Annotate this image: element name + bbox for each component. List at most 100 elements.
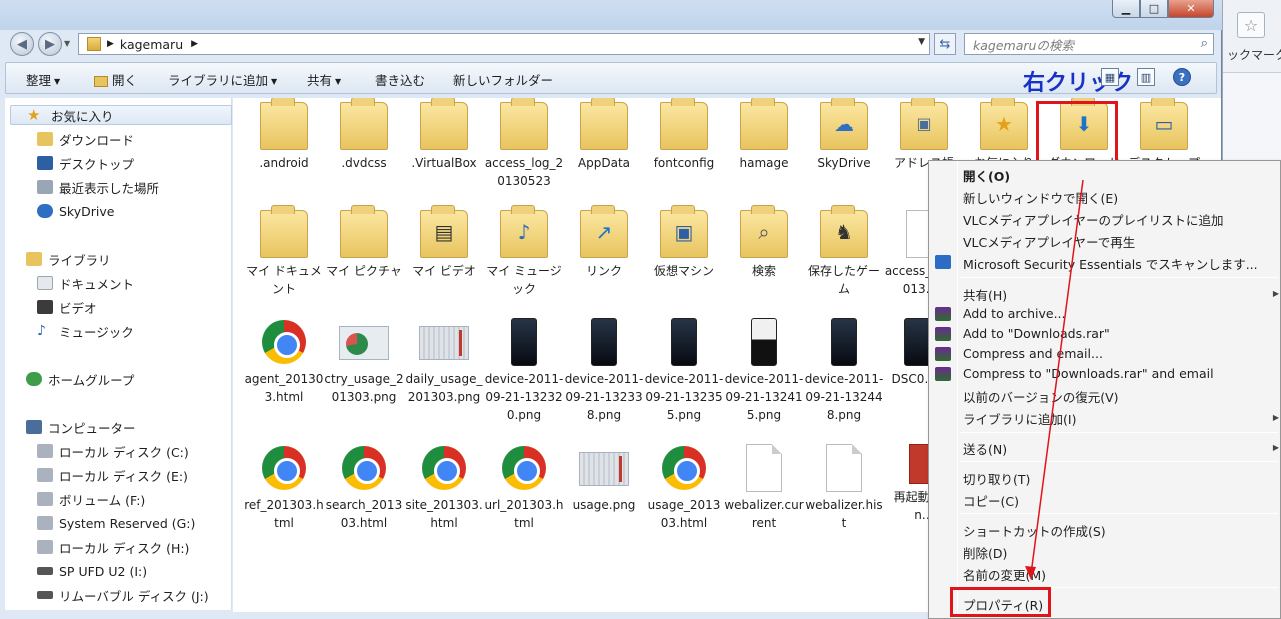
menu-item-vlc-play[interactable]: VLCメディアプレイヤーで再生	[963, 232, 1135, 251]
refresh-icon[interactable]: ⇆	[934, 33, 956, 55]
file-item[interactable]: fontconfig	[644, 98, 724, 172]
menu-item-add-archive[interactable]: Add to archive...	[963, 306, 1066, 321]
file-item[interactable]: マイ ドキュメント	[244, 205, 324, 298]
sidebar-drive-j[interactable]: リムーバブル ディスク (J:)	[37, 585, 209, 605]
menu-item-create-shortcut[interactable]: ショートカットの作成(S)	[963, 521, 1106, 540]
menu-item-compress-email[interactable]: Compress and email...	[963, 346, 1103, 361]
file-item[interactable]: device-2011-09-21-132415.png	[724, 318, 804, 424]
forward-arrow-icon[interactable]: ▶	[38, 32, 62, 56]
file-item[interactable]: ctry_usage_201303.png	[324, 318, 404, 406]
homegroup-icon	[26, 372, 42, 386]
sidebar-item-music[interactable]: ♪ ミュージック	[37, 321, 134, 341]
menu-item-send-to[interactable]: 送る(N)	[963, 439, 1007, 458]
share-button[interactable]: 共有 ▼	[307, 70, 341, 89]
file-item[interactable]: webalizer.hist	[804, 444, 884, 532]
document-icon	[746, 444, 782, 492]
file-item[interactable]: AppData	[564, 98, 644, 172]
file-item[interactable]: webalizer.current	[724, 444, 804, 532]
sidebar-drive-e[interactable]: ローカル ディスク (E:)	[37, 465, 188, 485]
breadcrumb-kagemaru[interactable]: kagemaru	[120, 37, 183, 52]
menu-item-add-library[interactable]: ライブラリに追加(I)	[963, 409, 1076, 428]
organize-button[interactable]: 整理 ▼	[26, 70, 60, 89]
file-item[interactable]: site_201303.html	[404, 444, 484, 532]
file-item[interactable]: ref_201303.html	[244, 444, 324, 532]
menu-item-rename[interactable]: 名前の変更(M)	[963, 565, 1046, 584]
preview-pane-icon[interactable]: ▥	[1137, 68, 1155, 86]
sidebar-homegroup[interactable]: ホームグループ	[26, 369, 134, 389]
file-item[interactable]: .android	[244, 98, 324, 172]
new-folder-button[interactable]: 新しいフォルダー	[453, 70, 553, 89]
sidebar-drive-c[interactable]: ローカル ディスク (C:)	[37, 441, 189, 461]
folder-icon	[420, 98, 468, 150]
sidebar-drive-f[interactable]: ボリューム (F:)	[37, 489, 145, 509]
change-view-icon[interactable]: ▦	[1101, 68, 1119, 86]
sidebar-computer-header[interactable]: コンピューター	[26, 417, 136, 437]
open-button[interactable]: 開く	[94, 70, 137, 89]
sidebar-item-recent[interactable]: 最近表示した場所	[37, 177, 159, 197]
sidebar-drive-h[interactable]: ローカル ディスク (H:)	[37, 537, 189, 557]
menu-item-delete[interactable]: 削除(D)	[963, 543, 1007, 562]
address-bar[interactable]: ▶ kagemaru ▶ ▼	[78, 33, 930, 55]
file-item[interactable]: hamage	[724, 98, 804, 172]
file-item[interactable]: usage.png	[564, 444, 644, 514]
menu-item-mse-scan[interactable]: Microsoft Security Essentials でスキャンします..…	[963, 254, 1258, 273]
help-icon[interactable]: ?	[1173, 68, 1191, 86]
file-item[interactable]: ♪ マイ ミュージック	[484, 205, 564, 298]
sidebar-item-desktop[interactable]: デスクトップ	[37, 153, 134, 173]
command-bar: 整理 ▼ 開く ライブラリに追加 ▼ 共有 ▼ 書き込む 新しいフォルダー 右クリック…	[5, 62, 1217, 96]
add-to-library-button[interactable]: ライブラリに追加 ▼	[168, 70, 277, 89]
back-arrow-icon[interactable]: ◀	[10, 32, 34, 56]
menu-item-vlc-playlist[interactable]: VLCメディアプレイヤーのプレイリストに追加	[963, 210, 1224, 229]
documents-folder-icon	[260, 205, 308, 258]
sidebar-libraries-header[interactable]: ライブラリ	[26, 249, 111, 269]
address-dropdown-icon[interactable]: ▼	[918, 37, 925, 47]
close-icon[interactable]: ✕	[1168, 0, 1214, 18]
search-icon[interactable]: ⌕	[1201, 36, 1208, 51]
file-item[interactable]: agent_201303.html	[244, 318, 324, 406]
file-item[interactable]: access_log_20130523	[484, 98, 564, 190]
file-item[interactable]: ▣ 仮想マシン	[644, 205, 724, 280]
sidebar-drive-i[interactable]: SP UFD U2 (I:)	[37, 561, 147, 581]
file-item[interactable]: url_201303.html	[484, 444, 564, 532]
menu-item-restore-previous[interactable]: 以前のバージョンの復元(V)	[963, 387, 1119, 406]
file-item[interactable]: マイ ピクチャ	[324, 205, 404, 280]
file-item[interactable]: .VirtualBox	[404, 98, 484, 172]
menu-item-open-new-window[interactable]: 新しいウィンドウで開く(E)	[963, 188, 1118, 207]
sidebar-item-downloads[interactable]: ダウンロード	[37, 129, 134, 149]
sidebar-favorites-header[interactable]: ★ お気に入り	[10, 105, 232, 125]
bookmark-star-icon[interactable]: ☆	[1237, 12, 1265, 38]
menu-item-open[interactable]: 開く(O)	[963, 166, 1010, 185]
history-dropdown-icon[interactable]: ▼	[64, 39, 70, 48]
breadcrumb-chevron-icon[interactable]: ▶	[191, 39, 198, 49]
sidebar-item-documents[interactable]: ドキュメント	[37, 273, 134, 293]
menu-item-cut[interactable]: 切り取り(T)	[963, 469, 1030, 488]
menu-item-share[interactable]: 共有(H)	[963, 285, 1007, 304]
file-item[interactable]: device-2011-09-21-132448.png	[804, 318, 884, 424]
maximize-icon[interactable]: □	[1140, 0, 1168, 18]
menu-item-add-rar[interactable]: Add to "Downloads.rar"	[963, 326, 1110, 341]
menu-item-copy[interactable]: コピー(C)	[963, 491, 1019, 510]
menu-item-compress-rar-email[interactable]: Compress to "Downloads.rar" and email	[963, 366, 1214, 381]
file-item[interactable]: device-2011-09-21-132320.png	[484, 318, 564, 424]
file-item[interactable]: ↗ リンク	[564, 205, 644, 280]
burn-button[interactable]: 書き込む	[375, 70, 425, 89]
sidebar-item-skydrive[interactable]: SkyDrive	[37, 201, 114, 221]
file-item[interactable]: ♞ 保存したゲーム	[804, 205, 884, 298]
file-item[interactable]: search_201303.html	[324, 444, 404, 532]
file-item[interactable]: ▤ マイ ビデオ	[404, 205, 484, 280]
file-item[interactable]: usage_201303.html	[644, 444, 724, 532]
file-item[interactable]: ⌕ 検索	[724, 205, 804, 280]
png-bar-chart-icon	[419, 326, 469, 360]
sidebar-drive-g[interactable]: System Reserved (G:)	[37, 513, 195, 533]
search-input[interactable]: kagemaruの検索 ⌕	[964, 33, 1214, 55]
minimize-icon[interactable]: ▁	[1112, 0, 1140, 18]
file-item[interactable]: .dvdcss	[324, 98, 404, 172]
file-item[interactable]: ☁ SkyDrive	[804, 98, 884, 172]
file-item[interactable]: device-2011-09-21-132338.png	[564, 318, 644, 424]
sidebar-item-videos[interactable]: ビデオ	[37, 297, 97, 317]
chrome-html-icon	[502, 446, 546, 490]
drive-icon	[37, 540, 53, 554]
documents-icon	[37, 276, 53, 290]
file-item[interactable]: device-2011-09-21-132355.png	[644, 318, 724, 424]
file-item[interactable]: daily_usage_201303.png	[404, 318, 484, 406]
